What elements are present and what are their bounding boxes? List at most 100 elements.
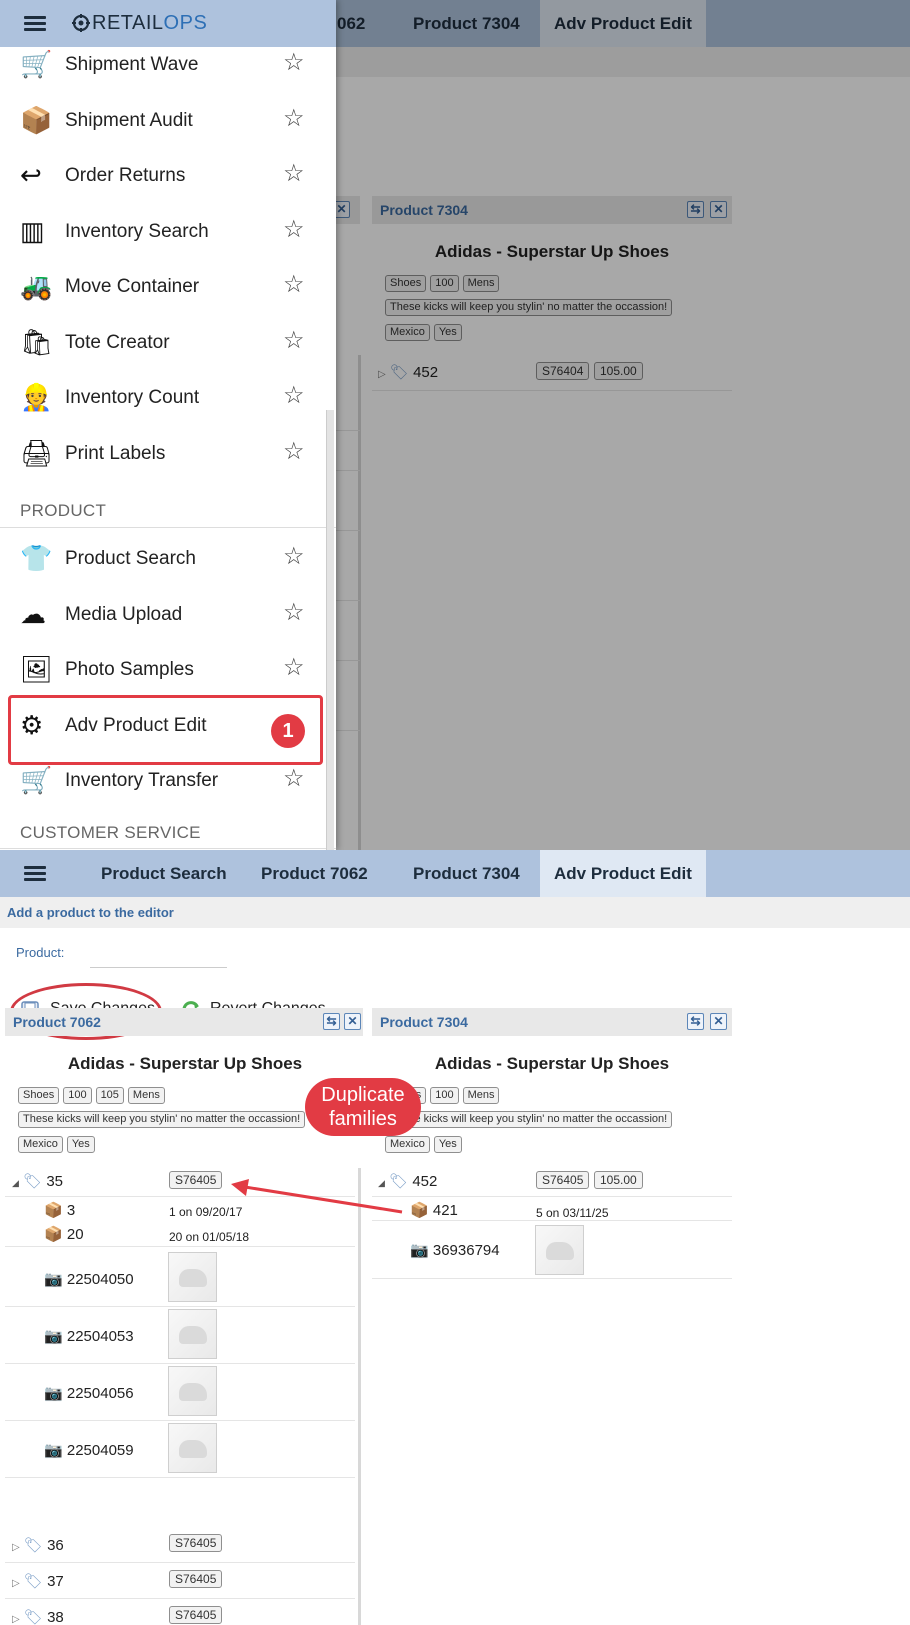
- media-row[interactable]: 📷 22504056: [44, 1384, 134, 1402]
- menu-item-label: Inventory Count: [65, 387, 200, 408]
- section-header-product: PRODUCT: [20, 501, 107, 520]
- row-divider: [5, 1420, 355, 1421]
- family-row-37[interactable]: ▷ 🏷 37: [12, 1572, 64, 1590]
- attribute-chips-2: Mexico Yes: [385, 1134, 466, 1153]
- hamburger-menu-icon[interactable]: [24, 866, 46, 882]
- menu-item-shipment-audit[interactable]: 📦 Shipment Audit ☆: [0, 93, 336, 149]
- stock-row[interactable]: 📦 421: [410, 1201, 458, 1219]
- menu-item-media-upload[interactable]: ☁ Media Upload ☆: [0, 587, 336, 643]
- tag-icon: 🏷: [23, 1173, 43, 1190]
- favorite-star-icon[interactable]: ☆: [283, 439, 305, 464]
- media-thumbnail[interactable]: [168, 1309, 217, 1359]
- product-input[interactable]: [90, 940, 227, 968]
- menu-item-tote-creator[interactable]: 🛍 Tote Creator ☆: [0, 315, 336, 371]
- printer-icon: 🖨: [20, 437, 54, 468]
- menu-item-label: Inventory Search: [65, 220, 209, 242]
- return-box-icon: ↩: [20, 160, 42, 190]
- camera-icon: 📷: [410, 1242, 429, 1259]
- menu-item-inventory-count[interactable]: 👷 Inventory Count ☆: [0, 370, 336, 426]
- stock-row[interactable]: 📦 3: [44, 1201, 75, 1219]
- menu-item-photo-samples[interactable]: 🖼 Photo Samples ☆: [0, 642, 336, 698]
- chip: Mexico: [385, 1136, 430, 1153]
- favorite-star-icon[interactable]: ☆: [283, 328, 305, 353]
- tab-adv-product-edit[interactable]: Adv Product Edit: [540, 850, 706, 897]
- family-row-36[interactable]: ▷ 🏷 36: [12, 1536, 64, 1554]
- expand-caret-icon[interactable]: ▷: [12, 1578, 20, 1589]
- panel-close-icon[interactable]: ✕: [344, 1013, 361, 1030]
- favorite-star-icon[interactable]: ☆: [283, 767, 305, 791]
- tab-bar: Product Search Product 7062 Product 7304…: [0, 850, 910, 897]
- favorite-star-icon[interactable]: ☆: [283, 384, 305, 408]
- menu-item-label: Shipment Wave: [65, 54, 199, 75]
- menu-item-print-labels[interactable]: 🖨 Print Labels ☆: [0, 426, 336, 482]
- favorite-star-icon[interactable]: ☆: [283, 273, 305, 297]
- family-row-35[interactable]: ◢ 🏷 35: [12, 1172, 63, 1190]
- menu-item-label: Shipment Audit: [65, 109, 193, 131]
- panel-options-icon[interactable]: ⇆: [323, 1013, 340, 1030]
- product-title: Adidas - Superstar Up Shoes: [434, 1054, 670, 1073]
- forklift-icon: 🚜: [20, 271, 53, 301]
- media-thumbnail[interactable]: [168, 1252, 217, 1302]
- menu-item-shipment-wave[interactable]: 🛒 Shipment Wave ☆: [0, 37, 336, 93]
- stock-row[interactable]: 📦 20: [44, 1225, 84, 1243]
- media-thumbnail[interactable]: [535, 1225, 584, 1275]
- media-row[interactable]: 📷 22504053: [44, 1327, 134, 1345]
- product-field-label: Product:: [16, 945, 65, 960]
- chip: Yes: [433, 1136, 462, 1153]
- stock-location: 3: [66, 1202, 76, 1219]
- media-thumbnail[interactable]: [168, 1423, 217, 1473]
- description-chip: These kicks will keep you stylin' no mat…: [385, 1111, 673, 1128]
- tag-icon: 🏷: [23, 1537, 43, 1554]
- camera-icon: 📷: [44, 1385, 63, 1402]
- expand-caret-icon[interactable]: ▷: [12, 1614, 20, 1625]
- sku-badge: S76405: [169, 1534, 223, 1552]
- panel-title: Product 7062: [13, 1014, 101, 1030]
- panel-options-icon[interactable]: ⇆: [687, 1013, 704, 1030]
- media-row[interactable]: 📷 22504059: [44, 1441, 134, 1459]
- menu-item-label: Move Container: [65, 276, 200, 297]
- media-thumbnail[interactable]: [168, 1366, 217, 1416]
- favorite-star-icon[interactable]: ☆: [283, 545, 305, 569]
- media-row[interactable]: 📷 22504050: [44, 1270, 134, 1288]
- chip: Mens: [462, 1087, 500, 1104]
- logo-text: RETAIL: [92, 12, 164, 34]
- panel-header-right: Product 7304 ⇆ ✕: [372, 1008, 732, 1036]
- chip: Yes: [66, 1136, 95, 1153]
- screen-adv-product-edit: Product Search Product 7062 Product 7304…: [0, 850, 910, 1625]
- family-row-38[interactable]: ▷ 🏷 38: [12, 1608, 64, 1625]
- menu-item-inventory-search[interactable]: ▥ Inventory Search ☆: [0, 204, 336, 260]
- tab-product-7304[interactable]: Product 7304: [399, 850, 534, 897]
- favorite-star-icon[interactable]: ☆: [283, 600, 305, 625]
- panel-title: Product 7304: [380, 1014, 468, 1030]
- retailops-logo[interactable]: RETAILOPS: [92, 12, 207, 35]
- menu-item-label: Tote Creator: [65, 331, 170, 353]
- menu-item-move-container[interactable]: 🚜 Move Container ☆: [0, 259, 336, 315]
- favorite-star-icon[interactable]: ☆: [283, 51, 305, 75]
- favorite-star-icon[interactable]: ☆: [283, 106, 305, 131]
- drawer-scrollbar[interactable]: [326, 410, 334, 850]
- product-title: Adidas - Superstar Up Shoes: [67, 1054, 303, 1073]
- chip: Shoes: [18, 1087, 60, 1104]
- package-icon: 📦: [44, 1226, 63, 1243]
- panel-close-icon[interactable]: ✕: [710, 1013, 727, 1030]
- tab-product-search[interactable]: Product Search: [87, 850, 241, 897]
- camera-icon: 📷: [44, 1271, 63, 1288]
- logo-text-accent: OPS: [163, 12, 208, 34]
- favorite-star-icon[interactable]: ☆: [283, 656, 305, 680]
- hamburger-menu-icon[interactable]: [24, 16, 46, 32]
- hand-truck-icon: 🛒: [20, 49, 53, 79]
- menu-item-product-search[interactable]: 👕 Product Search ☆: [0, 531, 336, 587]
- expand-caret-icon[interactable]: ▷: [12, 1542, 20, 1553]
- barcode-search-icon: ▥: [20, 215, 45, 246]
- menu-item-order-returns[interactable]: ↩ Order Returns ☆: [0, 148, 336, 204]
- package-icon: 📦: [44, 1202, 63, 1219]
- tab-product-7062[interactable]: Product 7062: [247, 850, 382, 897]
- favorite-star-icon[interactable]: ☆: [283, 217, 305, 242]
- attribute-chips-2: Mexico Yes: [18, 1134, 99, 1153]
- family-name: 37: [47, 1573, 64, 1590]
- media-row[interactable]: 📷 36936794: [410, 1241, 500, 1259]
- panel-divider: [358, 1168, 361, 1625]
- sku-badge: S76405: [169, 1570, 223, 1588]
- family-name: 35: [46, 1173, 63, 1190]
- favorite-star-icon[interactable]: ☆: [283, 162, 305, 186]
